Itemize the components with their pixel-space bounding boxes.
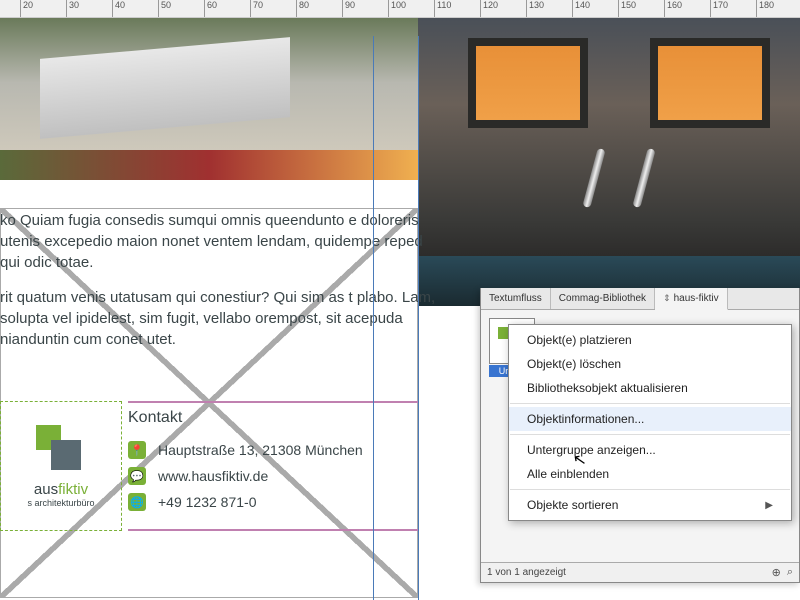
chat-icon: 💬: [128, 467, 146, 485]
contact-address: Hauptstraße 13, 21308 München: [158, 442, 363, 458]
contact-phone: +49 1232 871-0: [158, 494, 256, 510]
context-menu-item[interactable]: Untergruppe anzeigen...: [509, 438, 791, 462]
context-menu-item[interactable]: Alle einblenden: [509, 462, 791, 486]
image-detail: [468, 38, 588, 128]
ruler-tick: 130: [526, 0, 544, 17]
paragraph: ko Quiam fugia consedis sumqui omnis que…: [0, 210, 440, 273]
context-menu-item[interactable]: Objekt(e) löschen: [509, 352, 791, 376]
image-detail: [580, 148, 700, 228]
context-menu-item[interactable]: Objektinformationen...: [509, 407, 791, 431]
logo-name: ausfiktiv: [34, 481, 88, 498]
contact-row-phone: 🌐 +49 1232 871-0: [128, 489, 418, 515]
ruler-tick: 100: [388, 0, 406, 17]
ruler-tick: 50: [158, 0, 171, 17]
tab-haus-fiktiv[interactable]: ⇕haus-fiktiv: [655, 288, 728, 310]
ruler-tick: 80: [296, 0, 309, 17]
ruler-tick: 90: [342, 0, 355, 17]
ruler-tick: 110: [434, 0, 451, 17]
panel-status-bar: 1 von 1 angezeigt ⊕ ⌕: [481, 562, 799, 582]
ruler-tick: 40: [112, 0, 125, 17]
paragraph: rit quatum venis utatusam qui conestiur?…: [0, 287, 440, 350]
context-menu-item[interactable]: Objekte sortieren▶: [509, 493, 791, 517]
tab-commag-bibliothek[interactable]: Commag-Bibliothek: [551, 288, 655, 309]
context-menu-item[interactable]: Bibliotheksobjekt aktualisieren: [509, 376, 791, 400]
menu-separator: [510, 489, 790, 490]
body-text-block[interactable]: ko Quiam fugia consedis sumqui omnis que…: [0, 210, 440, 364]
pin-icon: 📍: [128, 441, 146, 459]
placed-image-house-exterior[interactable]: [0, 18, 418, 180]
contact-heading: Kontakt: [128, 403, 418, 437]
submenu-arrow-icon: ▶: [765, 500, 773, 511]
updown-icon: ⇕: [663, 293, 671, 304]
find-icon[interactable]: ⌕: [787, 566, 793, 579]
menu-separator: [510, 434, 790, 435]
ruler-tick: 20: [20, 0, 33, 17]
ruler-tick: 170: [710, 0, 728, 17]
contact-row-address: 📍 Hauptstraße 13, 21308 München: [128, 437, 418, 463]
ruler-tick: 160: [664, 0, 682, 17]
ruler-tick: 150: [618, 0, 636, 17]
status-text: 1 von 1 angezeigt: [487, 567, 566, 578]
logo-subtitle: s architekturbüro: [27, 498, 94, 508]
placed-image-pool-interior[interactable]: [418, 18, 800, 306]
ruler-tick: 70: [250, 0, 263, 17]
context-menu[interactable]: Objekt(e) platzierenObjekt(e) löschenBib…: [508, 324, 792, 521]
panel-tabs: Textumfluss Commag-Bibliothek ⇕haus-fikt…: [481, 288, 799, 310]
ruler-tick: 140: [572, 0, 590, 17]
vertical-guide[interactable]: [373, 36, 374, 600]
globe-icon: 🌐: [128, 493, 146, 511]
menu-separator: [510, 403, 790, 404]
ruler-tick: 30: [66, 0, 79, 17]
logo-frame[interactable]: ausfiktiv s architekturbüro: [0, 401, 122, 531]
mouse-cursor-icon: ↖: [571, 449, 588, 471]
ruler-tick: 60: [204, 0, 217, 17]
context-menu-item[interactable]: Objekt(e) platzieren: [509, 328, 791, 352]
tab-textumfluss[interactable]: Textumfluss: [481, 288, 551, 309]
contact-block[interactable]: Kontakt 📍 Hauptstraße 13, 21308 München …: [128, 401, 418, 531]
ruler-tick: 120: [480, 0, 498, 17]
vertical-guide[interactable]: [418, 36, 419, 600]
status-icons: ⊕ ⌕: [772, 566, 793, 579]
horizontal-ruler: 20 30 40 50 60 70 80 90 100 110 120 130 …: [0, 0, 800, 18]
contact-row-website: 💬 www.hausfiktiv.de: [128, 463, 418, 489]
ruler-tick: 180: [756, 0, 774, 17]
contact-website: www.hausfiktiv.de: [158, 468, 268, 484]
link-icon[interactable]: ⊕: [772, 566, 781, 579]
image-detail: [650, 38, 770, 128]
logo-mark-icon: [31, 425, 91, 475]
